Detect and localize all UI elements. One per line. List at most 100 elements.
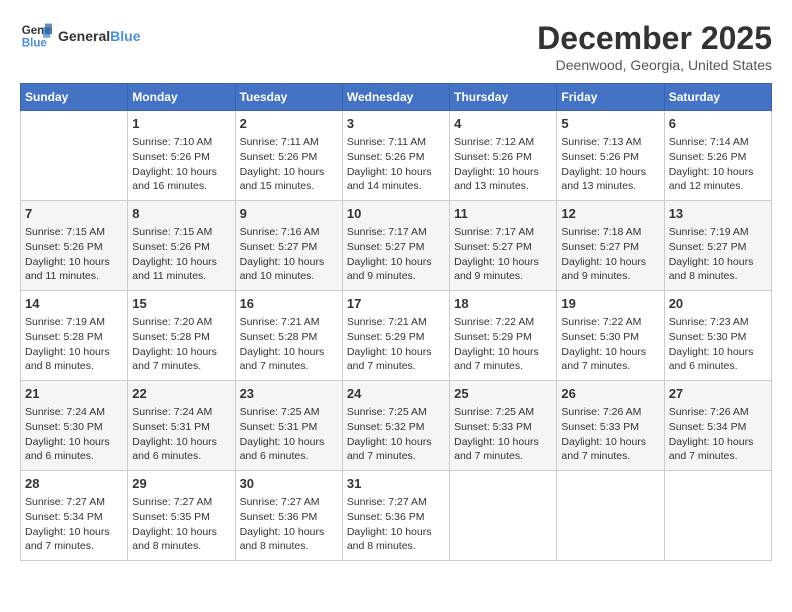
calendar-cell: 13Sunrise: 7:19 AMSunset: 5:27 PMDayligh… (664, 201, 771, 291)
day-info: Daylight: 10 hours (25, 435, 123, 450)
calendar-cell: 4Sunrise: 7:12 AMSunset: 5:26 PMDaylight… (450, 111, 557, 201)
day-info: and 9 minutes. (561, 269, 659, 284)
day-number: 4 (454, 115, 552, 133)
day-number: 16 (240, 295, 338, 313)
day-info: Sunrise: 7:27 AM (132, 495, 230, 510)
calendar-cell: 15Sunrise: 7:20 AMSunset: 5:28 PMDayligh… (128, 291, 235, 381)
day-number: 12 (561, 205, 659, 223)
svg-text:Blue: Blue (22, 38, 48, 50)
calendar-cell: 19Sunrise: 7:22 AMSunset: 5:30 PMDayligh… (557, 291, 664, 381)
day-number: 29 (132, 475, 230, 493)
day-info: and 6 minutes. (669, 359, 767, 374)
day-info: Sunrise: 7:19 AM (25, 315, 123, 330)
calendar-cell: 7Sunrise: 7:15 AMSunset: 5:26 PMDaylight… (21, 201, 128, 291)
day-number: 21 (25, 385, 123, 403)
day-info: Sunset: 5:34 PM (25, 510, 123, 525)
day-info: and 7 minutes. (347, 359, 445, 374)
day-number: 15 (132, 295, 230, 313)
day-info: and 16 minutes. (132, 179, 230, 194)
calendar-cell: 24Sunrise: 7:25 AMSunset: 5:32 PMDayligh… (342, 381, 449, 471)
day-info: Sunrise: 7:25 AM (454, 405, 552, 420)
col-header-sunday: Sunday (21, 84, 128, 111)
calendar-cell: 10Sunrise: 7:17 AMSunset: 5:27 PMDayligh… (342, 201, 449, 291)
day-info: Sunrise: 7:25 AM (347, 405, 445, 420)
day-number: 14 (25, 295, 123, 313)
day-info: Sunrise: 7:27 AM (347, 495, 445, 510)
day-info: Daylight: 10 hours (561, 255, 659, 270)
day-number: 1 (132, 115, 230, 133)
day-number: 24 (347, 385, 445, 403)
month-title: December 2025 (537, 20, 772, 57)
calendar-cell: 1Sunrise: 7:10 AMSunset: 5:26 PMDaylight… (128, 111, 235, 201)
day-info: Daylight: 10 hours (669, 165, 767, 180)
day-info: Daylight: 10 hours (347, 165, 445, 180)
col-header-thursday: Thursday (450, 84, 557, 111)
calendar-cell: 11Sunrise: 7:17 AMSunset: 5:27 PMDayligh… (450, 201, 557, 291)
day-info: Sunset: 5:26 PM (454, 150, 552, 165)
day-number: 23 (240, 385, 338, 403)
day-number: 9 (240, 205, 338, 223)
day-info: Sunset: 5:28 PM (25, 330, 123, 345)
calendar-cell: 14 Sunrise: 7:19 AMSunset: 5:28 PMDayligh… (21, 291, 128, 381)
calendar-header-row: SundayMondayTuesdayWednesdayThursdayFrid… (21, 84, 772, 111)
day-info: Daylight: 10 hours (132, 255, 230, 270)
day-info: Sunset: 5:27 PM (454, 240, 552, 255)
day-info: and 7 minutes. (561, 449, 659, 464)
day-number: 18 (454, 295, 552, 313)
calendar-cell: 23Sunrise: 7:25 AMSunset: 5:31 PMDayligh… (235, 381, 342, 471)
day-info: Sunrise: 7:27 AM (240, 495, 338, 510)
day-info: and 12 minutes. (669, 179, 767, 194)
calendar-cell: 16Sunrise: 7:21 AMSunset: 5:28 PMDayligh… (235, 291, 342, 381)
calendar-cell: 25Sunrise: 7:25 AMSunset: 5:33 PMDayligh… (450, 381, 557, 471)
day-number: 28 (25, 475, 123, 493)
day-info: Daylight: 10 hours (561, 345, 659, 360)
day-info: and 7 minutes. (25, 539, 123, 554)
day-info: and 11 minutes. (132, 269, 230, 284)
calendar-cell: 6Sunrise: 7:14 AMSunset: 5:26 PMDaylight… (664, 111, 771, 201)
logo-text: GeneralBlue (58, 28, 140, 44)
calendar-cell: 27Sunrise: 7:26 AMSunset: 5:34 PMDayligh… (664, 381, 771, 471)
day-info: and 8 minutes. (25, 359, 123, 374)
calendar-cell: 26Sunrise: 7:26 AMSunset: 5:33 PMDayligh… (557, 381, 664, 471)
day-info: Daylight: 10 hours (669, 345, 767, 360)
day-info: Sunset: 5:33 PM (454, 420, 552, 435)
day-info: Sunrise: 7:13 AM (561, 135, 659, 150)
day-info: and 7 minutes. (240, 359, 338, 374)
day-info: Sunrise: 7:17 AM (454, 225, 552, 240)
day-info: Sunrise: 7:14 AM (669, 135, 767, 150)
day-info: Sunset: 5:31 PM (132, 420, 230, 435)
day-number: 5 (561, 115, 659, 133)
day-info: Sunrise: 7:23 AM (669, 315, 767, 330)
day-info: Sunrise: 7:11 AM (240, 135, 338, 150)
calendar-table: SundayMondayTuesdayWednesdayThursdayFrid… (20, 83, 772, 561)
day-info: Daylight: 10 hours (25, 345, 123, 360)
day-info: Daylight: 10 hours (669, 255, 767, 270)
calendar-cell: 17Sunrise: 7:21 AMSunset: 5:29 PMDayligh… (342, 291, 449, 381)
calendar-cell: 8Sunrise: 7:15 AMSunset: 5:26 PMDaylight… (128, 201, 235, 291)
day-info: Sunset: 5:26 PM (347, 150, 445, 165)
calendar-cell (664, 471, 771, 561)
day-info: Sunrise: 7:12 AM (454, 135, 552, 150)
calendar-cell: 2Sunrise: 7:11 AMSunset: 5:26 PMDaylight… (235, 111, 342, 201)
location: Deenwood, Georgia, United States (537, 57, 772, 73)
page-header: General Blue GeneralBlue December 2025 D… (20, 20, 772, 73)
day-info: and 15 minutes. (240, 179, 338, 194)
logo-icon: General Blue (20, 20, 52, 52)
day-info: Sunset: 5:28 PM (240, 330, 338, 345)
day-info: Sunset: 5:29 PM (454, 330, 552, 345)
day-info: Daylight: 10 hours (454, 255, 552, 270)
day-info: and 7 minutes. (561, 359, 659, 374)
calendar-cell (557, 471, 664, 561)
day-info: Sunset: 5:27 PM (347, 240, 445, 255)
day-info: Sunrise: 7:17 AM (347, 225, 445, 240)
day-info: Sunrise: 7:19 AM (669, 225, 767, 240)
day-info: and 10 minutes. (240, 269, 338, 284)
calendar-cell: 31Sunrise: 7:27 AMSunset: 5:36 PMDayligh… (342, 471, 449, 561)
day-number: 31 (347, 475, 445, 493)
day-info: Sunset: 5:26 PM (132, 240, 230, 255)
col-header-tuesday: Tuesday (235, 84, 342, 111)
day-info: Daylight: 10 hours (454, 345, 552, 360)
day-info: and 7 minutes. (454, 449, 552, 464)
calendar-cell (450, 471, 557, 561)
day-info: Sunset: 5:30 PM (561, 330, 659, 345)
